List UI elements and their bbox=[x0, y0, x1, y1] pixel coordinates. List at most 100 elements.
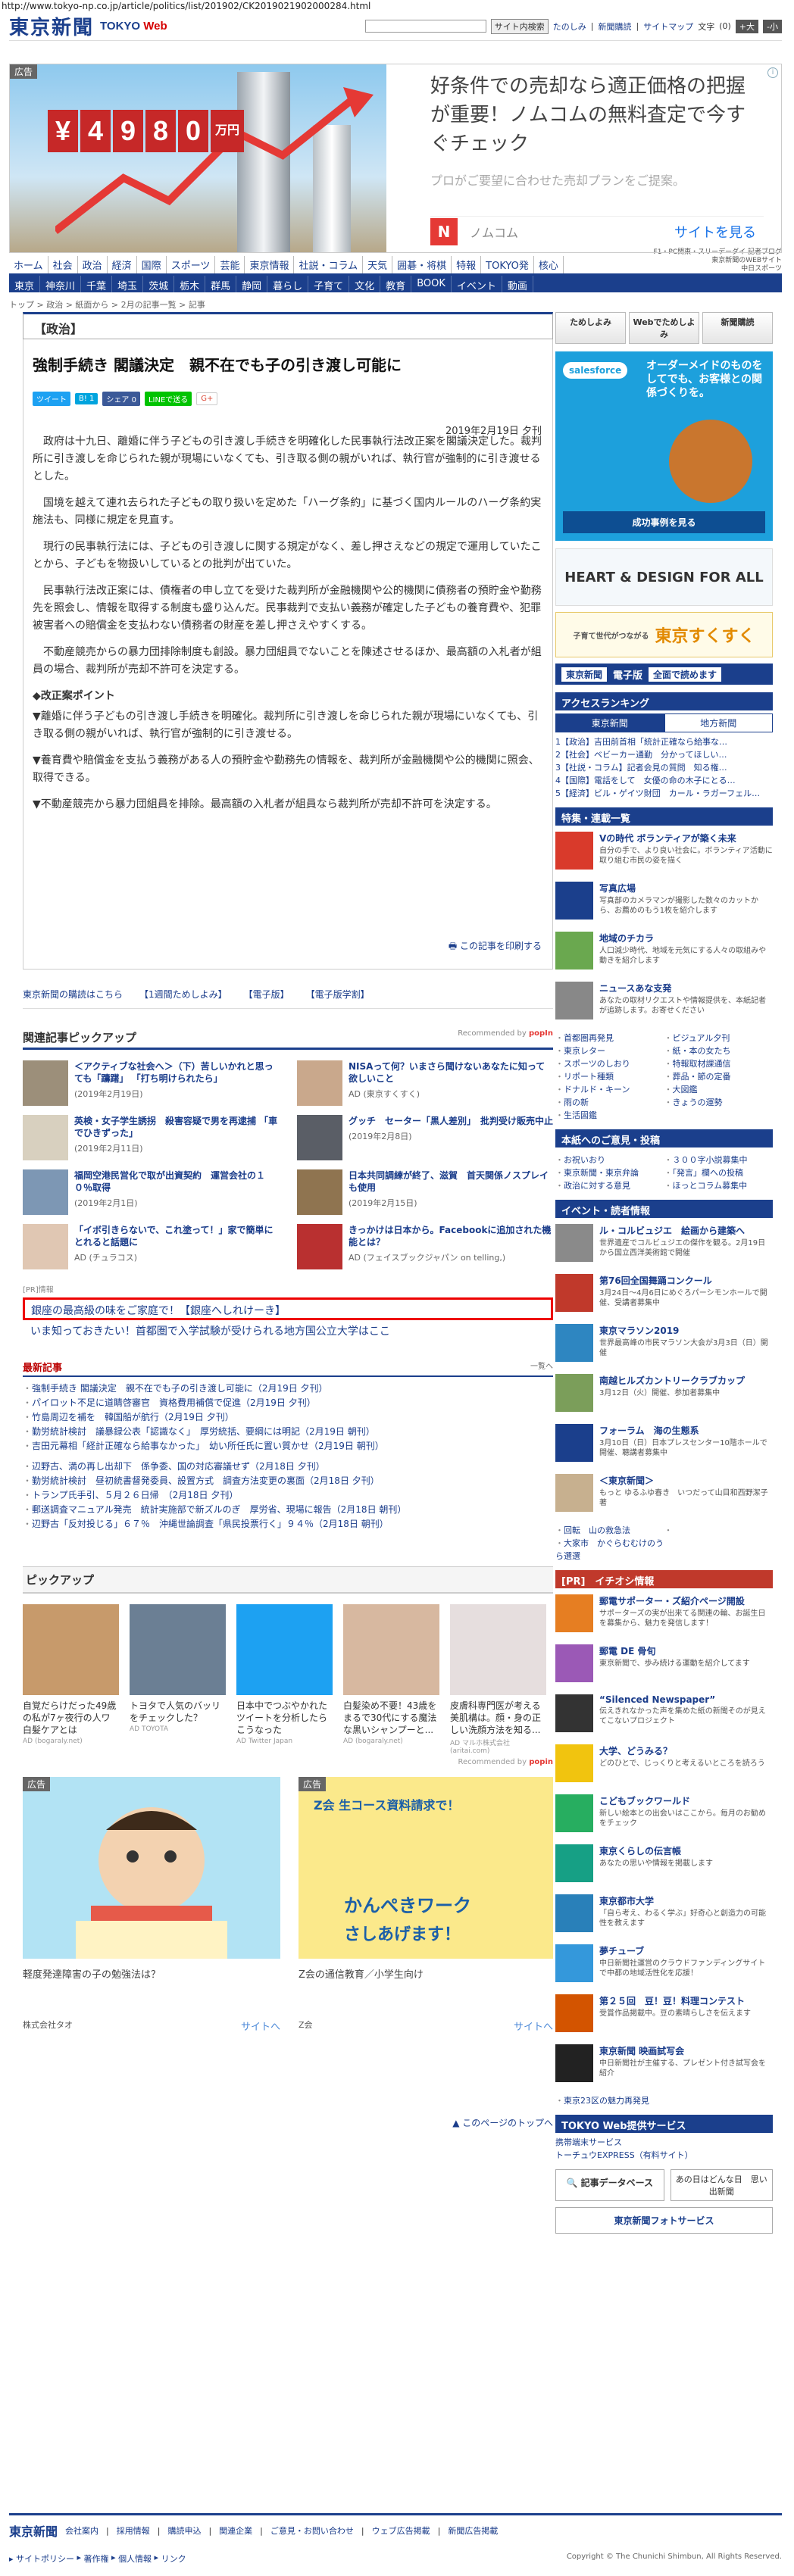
related-item[interactable]: きっかけは日本から。Facebookに追加された機能とは？ AD (フェイスブック… bbox=[297, 1224, 553, 1269]
side-ad-salesforce[interactable]: salesforce オーダーメイドのものをしてでも、お客様との関係づくりを。 … bbox=[555, 351, 773, 541]
related-item[interactable]: 英検・女子学生誘拐 殺害容疑で男を再逮捕 「車でひきずった」 (2019年2月11… bbox=[23, 1115, 279, 1160]
footer-link[interactable]: 著作権 bbox=[84, 2553, 109, 2565]
special-link[interactable]: ドナルド・キーン bbox=[555, 1083, 664, 1096]
event-item[interactable]: 第76回全国舞踊コンクール 3月24日〜4月6日にめぐろパーシモンホールで開催、受… bbox=[555, 1274, 773, 1318]
related-item[interactable]: 「イボ引きらないで、これ塗って！」家で簡単にとれると話題に AD (チュラコス) bbox=[23, 1224, 279, 1269]
tokyoweb-link[interactable]: 携帯端末サービス bbox=[555, 2136, 773, 2149]
special-link[interactable]: 首都圏再発見 bbox=[555, 1032, 664, 1044]
latest-item[interactable]: 辺野古「反対投じる」６７％ 沖縄世論調査「県民投票行く」９４％（2月18日 朝刊… bbox=[23, 1517, 553, 1532]
special-link[interactable]: 大図鑑 bbox=[664, 1083, 774, 1096]
service-link[interactable]: 政治に対する意見 bbox=[555, 1179, 664, 1192]
side-banner-digital[interactable]: 東京新聞 電子版 全面で読めます bbox=[555, 664, 773, 685]
footer-link[interactable]: 会社案内 bbox=[65, 2524, 98, 2537]
event-item[interactable]: フォーラム 海の生態系 3月10日（日）日本プレスセンター10階ホールで開催、聴講… bbox=[555, 1424, 773, 1468]
special-link[interactable]: 雨の新 bbox=[555, 1096, 664, 1109]
pickup-item[interactable]: トヨタで人気のバッリをチェックした？ AD TOYOTA bbox=[130, 1604, 226, 1755]
latest-item[interactable]: トランプ氏手引、５月２６日帰 （2月18日 夕刊） bbox=[23, 1488, 553, 1503]
related-item[interactable]: 福岡空港民営化で取が出資契約 運営会社の１０％取得 (2019年2月1日) bbox=[23, 1169, 279, 1215]
nav-tokyo[interactable]: 東京 bbox=[9, 276, 41, 292]
service-link[interactable]: お祝いおり bbox=[555, 1154, 664, 1166]
site-logo-web[interactable]: TOKYO Web bbox=[100, 20, 167, 33]
article-database-button[interactable]: 🔍 記事データベース bbox=[555, 2169, 664, 2201]
nav-education[interactable]: 教育 bbox=[380, 276, 412, 292]
latest-item[interactable]: 吉田元幕相「経計正確なら給事なかった」 幼い所任氏に置い質かせ（2月19日 朝刊… bbox=[23, 1439, 553, 1453]
event-item[interactable]: 南越ヒルズカントリークラブカップ 3月12日（火）開催、参加者募集中 bbox=[555, 1374, 773, 1418]
ad-caption[interactable]: 軽度発達障害の子の勉強法は？ bbox=[23, 1966, 280, 1981]
special-link[interactable]: 葬品・節の定番 bbox=[664, 1070, 774, 1083]
font-size-up-button[interactable]: +大 bbox=[735, 19, 759, 33]
pickup-item[interactable]: 日本中でつぶやかれたツイートを分析したらこうなった AD Twitter Japa… bbox=[236, 1604, 333, 1755]
special-link[interactable]: 紙・本の女たち bbox=[664, 1044, 774, 1057]
nav-weather[interactable]: 天気 bbox=[363, 256, 393, 273]
latest-item[interactable]: 勤労統計検討 議暴録公表「認識なく」 厚労統括、要綱には明記（2月19日 朝刊） bbox=[23, 1425, 553, 1439]
nav-politics[interactable]: 政治 bbox=[78, 256, 108, 273]
nav-tochigi[interactable]: 栃木 bbox=[174, 276, 206, 292]
event-link[interactable]: 大家市 かぐらむむけのうら選選 bbox=[555, 1537, 664, 1563]
tab-regional[interactable]: 地方新聞 bbox=[664, 713, 773, 732]
special-item[interactable]: ニュースあな支発 あなたの取材リクエストや情報提供を、本紙記者が追跡します。お寄せ… bbox=[555, 982, 773, 1026]
bottom-ad-left[interactable]: 広告 軽度発達障害の子の勉強法は？ 株式会社タオ サイトへ bbox=[23, 1777, 280, 2033]
footer-logo[interactable]: 東京新聞 bbox=[9, 2521, 58, 2540]
pr-item[interactable]: 夢チューブ 中日新聞社運営のクラウドファンディングサイトで中都の地域活性化を応援！ bbox=[555, 1944, 773, 1988]
nav-parenting[interactable]: 子育て bbox=[308, 276, 350, 292]
footer-link[interactable]: 新聞広告掲載 bbox=[448, 2524, 498, 2537]
ranking-item[interactable]: 1【政治】吉田前首相「統計正確なら給事な… bbox=[555, 735, 773, 748]
nav-tokyo-hatsu[interactable]: TOKYO発 bbox=[481, 256, 534, 273]
pickup-item[interactable]: 皮膚科専門医が考える美肌構は。顔・身の正しい洗顔方法を知る... AD マルホ株式… bbox=[450, 1604, 546, 1755]
pr-link[interactable]: 東京23区の魅力再発見 bbox=[555, 2094, 664, 2107]
latest-item[interactable]: 郵送調査マニュアル発売 統計実施部で新ズルのぎ 厚労省、現場に報告（2月18日 … bbox=[23, 1503, 553, 1517]
pr-item[interactable]: 第２５回 豆！豆！料理コンテスト 受賞作品掲載中。豆の素晴らしさを伝えます bbox=[555, 1994, 773, 2038]
digital-student-link[interactable]: 【電子版学割】 bbox=[306, 988, 370, 1008]
event-item[interactable]: 東京マラソン2019 世界最高峰の市民マラソン大会が3月3日（日）開催 bbox=[555, 1324, 773, 1368]
special-link[interactable]: 生活図鑑 bbox=[555, 1109, 664, 1122]
pr-item[interactable]: 東京都市大学 「自ら考え、わるく学ぶ」好奇心と創造力の可能性を教えます bbox=[555, 1894, 773, 1938]
nav-culture[interactable]: 文化 bbox=[349, 276, 381, 292]
event-item[interactable]: ＜東京新聞＞ もっと ゆるふゆ春き いつだって山目和西野潔子 著 bbox=[555, 1474, 776, 1518]
service-link[interactable]: ほっとコラム募集中 bbox=[664, 1179, 774, 1192]
related-item[interactable]: グッチ セーター「黒人差別」 批判受け販売中止 (2019年2月8日) bbox=[297, 1115, 553, 1160]
nav-special[interactable]: 特報 bbox=[452, 256, 482, 273]
nav-international[interactable]: 国際 bbox=[137, 256, 167, 273]
top-banner-ad[interactable]: ¥4 9 8 0 万円 広告 好条件での売却なら適正価格の把握が重要！ノムコムの無料査定… bbox=[9, 64, 782, 253]
side-btn-subscribe[interactable]: 新聞購読 bbox=[702, 312, 773, 344]
pr-item[interactable]: 郵電サポーター・ズ紹介ページ開設 サポーターズの実が出来てる関連の輪、お誕生日を募… bbox=[555, 1594, 773, 1638]
pickup-item[interactable]: 自覚だらけだった49歳の私が7ヶ夜行の人ワ白髪ケアとは AD (bogaraly.… bbox=[23, 1604, 119, 1755]
side-banner-sukusuku[interactable]: 子育て世代がつながる 東京すくすく bbox=[555, 612, 773, 657]
nav-entertainment[interactable]: 芸能 bbox=[215, 256, 245, 273]
nav-home[interactable]: ホーム bbox=[9, 256, 48, 273]
line-share-button[interactable]: LINEで送る bbox=[144, 392, 192, 406]
nav-society[interactable]: 社会 bbox=[48, 256, 78, 273]
side-btn-web-trial[interactable]: Webでためしよみ bbox=[629, 312, 699, 344]
nav-video[interactable]: 動画 bbox=[502, 276, 533, 292]
ad-headline[interactable]: 好条件での売却なら適正価格の把握が重要！ノムコムの無料査定で今すぐチェック bbox=[430, 72, 764, 158]
ranking-item[interactable]: 3【社説・コラム】記者会見の質問 知る権… bbox=[555, 761, 773, 774]
nav-shizuoka[interactable]: 静岡 bbox=[236, 276, 268, 292]
digital-link[interactable]: 【電子版】 bbox=[244, 988, 289, 1008]
font-size-down-button[interactable]: -小 bbox=[763, 19, 782, 33]
ad-info-icon[interactable]: i bbox=[767, 67, 778, 78]
pr-link[interactable]: いま知っておきたい！首都圏で入学試験が受けられる地方国公立大学はここ bbox=[23, 1320, 553, 1341]
nav-kanagawa[interactable]: 神奈川 bbox=[40, 276, 82, 292]
nav-book[interactable]: BOOK bbox=[411, 276, 452, 292]
nav-living[interactable]: 暮らし bbox=[267, 276, 309, 292]
ranking-item[interactable]: 5【経済】ビル・ゲイツ財団 カール・ラガーフェル… bbox=[555, 787, 773, 800]
pr-item[interactable]: こどもブックワールド 新しい絵本との出会いはここから。毎月のお勧めをチェック bbox=[555, 1794, 773, 1838]
header-link-tanoshimi[interactable]: たのしみ bbox=[553, 20, 586, 33]
pr-item[interactable]: “Silenced Newspaper” 伝えきれなかった声を集めた紙の新聞そのが… bbox=[555, 1694, 773, 1738]
print-link[interactable]: 🖶 この記事を印刷する bbox=[449, 939, 542, 955]
breadcrumb[interactable]: トップ > 政治 > 紙面から > 2月の記事一覧 > 記事 bbox=[9, 298, 782, 311]
service-link[interactable]: 東京新聞・東京弁論 bbox=[555, 1166, 664, 1179]
special-link[interactable]: 特報取材課通信 bbox=[664, 1057, 774, 1070]
side-banner-heart-design[interactable]: HEART & DESIGN FOR ALL bbox=[555, 548, 773, 606]
ad-cta[interactable]: サイトへ bbox=[241, 2019, 280, 2033]
bottom-ad-right[interactable]: 広告 Z会 生コース資料請求で！ かんぺきワーク さしあげます！ Z会の通信教育… bbox=[299, 1777, 553, 2033]
latest-item[interactable]: 辺野古、満の再し出却下 係争委、国の対応審議せず（2月18日 夕刊） bbox=[23, 1460, 553, 1474]
nav-go-shogi[interactable]: 囲碁・将棋 bbox=[392, 256, 452, 273]
event-link[interactable]: 回転 山の救急法 bbox=[555, 1524, 664, 1537]
nav-gunma[interactable]: 群馬 bbox=[205, 276, 237, 292]
ad-cta[interactable]: 成功事例を見る bbox=[563, 511, 765, 533]
special-link[interactable]: 東京レター bbox=[555, 1044, 664, 1057]
search-button[interactable]: サイト内検索 bbox=[490, 18, 549, 34]
hatena-button[interactable]: B! 1 bbox=[75, 393, 98, 404]
tokyoweb-link[interactable]: トーチュウEXPRESS（有料サイト） bbox=[555, 2149, 773, 2162]
